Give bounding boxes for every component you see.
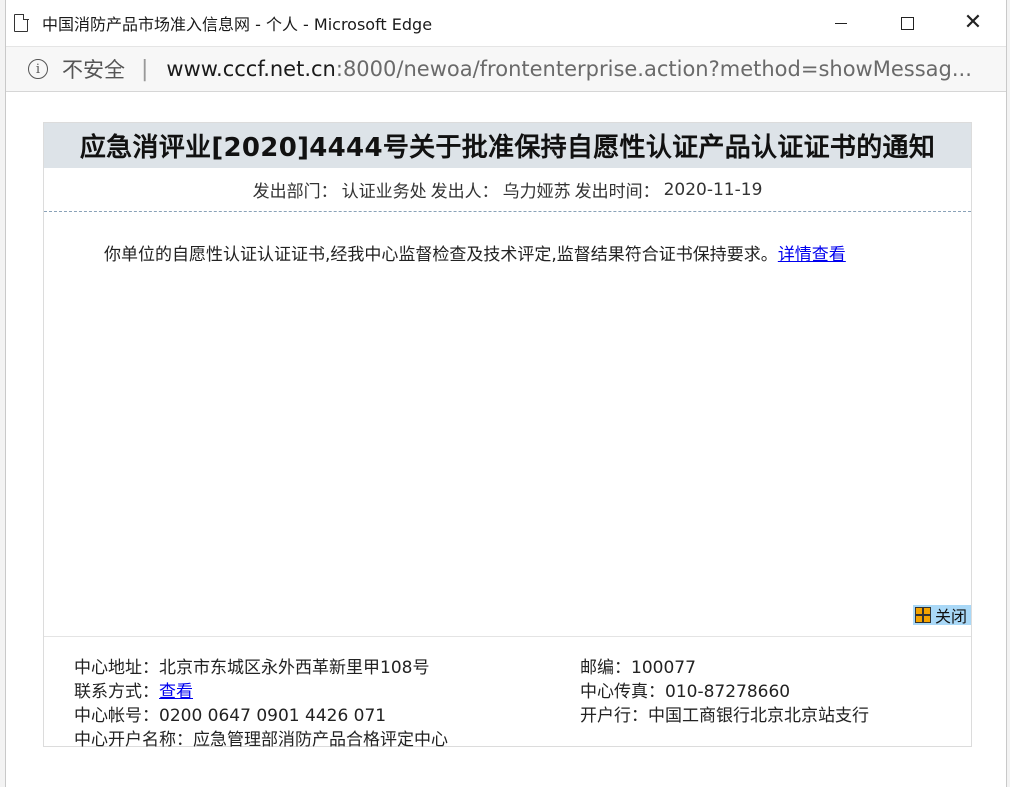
sender-value: 乌力娅苏 xyxy=(502,182,571,202)
window-controls: ✕ xyxy=(808,0,1006,46)
notice-body-text: 你单位的自愿性认证认证证书,经我中心监督检查及技术评定,监督结果符合证书保持要求… xyxy=(104,245,778,265)
maximize-icon xyxy=(900,16,914,30)
notice-title: 应急消评业[2020]4444号关于批准保持自愿性认证产品认证证书的通知 xyxy=(44,123,971,168)
sender-label: 发出人： xyxy=(430,182,499,202)
background-page-right-edge xyxy=(1006,0,1010,787)
url-path[interactable]: :8000/newoa/frontenterprise.action?metho… xyxy=(336,57,972,81)
time-value: 2020-11-19 xyxy=(663,179,763,200)
notice-body: 你单位的自愿性认证认证证书,经我中心监督检查及技术评定,监督结果符合证书保持要求… xyxy=(44,212,971,592)
minimize-button[interactable] xyxy=(808,0,874,46)
grid-icon xyxy=(914,607,931,623)
postcode-label: 邮编： xyxy=(580,657,631,678)
info-icon[interactable]: i xyxy=(28,59,48,79)
account-name-value: 应急管理部消防产品合格评定中心 xyxy=(193,729,448,750)
browser-popup-window: 中国消防产品市场准入信息网 - 个人 - Microsoft Edge ✕ i … xyxy=(6,0,1006,787)
maximize-button[interactable] xyxy=(874,0,940,46)
department-value: 认证业务处 xyxy=(341,182,427,202)
account-label: 中心帐号： xyxy=(74,705,159,726)
close-button-label: 关闭 xyxy=(934,607,967,626)
contact-link[interactable]: 查看 xyxy=(159,682,193,702)
contact-label: 联系方式： xyxy=(74,681,159,702)
page-icon xyxy=(14,13,29,32)
address-separator: | xyxy=(141,56,149,82)
close-window-button[interactable]: ✕ xyxy=(940,0,1006,46)
bank-label: 开户行： xyxy=(580,705,648,726)
page-content: 应急消评业[2020]4444号关于批准保持自愿性认证产品认证证书的通知 发出部… xyxy=(6,92,1006,787)
time-label: 发出时间： xyxy=(574,182,660,202)
close-icon: ✕ xyxy=(963,10,983,35)
details-link[interactable]: 详情查看 xyxy=(778,245,846,265)
bank-value: 中国工商银行北京北京站支行 xyxy=(648,705,869,726)
minimize-icon xyxy=(835,22,847,24)
window-title: 中国消防产品市场准入信息网 - 个人 - Microsoft Edge xyxy=(42,15,433,34)
title-bar: 中国消防产品市场准入信息网 - 个人 - Microsoft Edge ✕ xyxy=(6,0,1006,46)
notice-panel: 应急消评业[2020]4444号关于批准保持自愿性认证产品认证证书的通知 发出部… xyxy=(43,122,972,750)
account-value: 0200 0647 0901 4426 071 xyxy=(159,705,387,726)
footer-row-2: 联系方式：查看 中心传真：010-87278660 xyxy=(74,677,971,702)
footer: 中心地址：北京市东城区永外西革新里甲108号 邮编：100077 联系方式：查看… xyxy=(44,636,971,750)
address-bar[interactable]: i 不安全 | www.cccf.net.cn:8000/newoa/front… xyxy=(6,46,1006,92)
footer-row-1: 中心地址：北京市东城区永外西革新里甲108号 邮编：100077 xyxy=(74,653,971,678)
close-button[interactable]: 关闭 xyxy=(912,605,971,626)
fax-value: 010-87278660 xyxy=(665,681,791,702)
url-host[interactable]: www.cccf.net.cn xyxy=(166,57,335,81)
address-label: 中心地址： xyxy=(74,657,159,678)
notice-meta: 发出部门： 认证业务处 发出人： 乌力娅苏 发出时间： 2020-11-19 xyxy=(44,168,971,212)
footer-row-4: 中心开户名称：应急管理部消防产品合格评定中心 xyxy=(74,725,971,750)
footer-row-3: 中心帐号：0200 0647 0901 4426 071 开户行：中国工商银行北… xyxy=(74,701,971,726)
security-status[interactable]: 不安全 xyxy=(62,54,125,84)
account-name-label: 中心开户名称： xyxy=(74,729,193,750)
department-label: 发出部门： xyxy=(252,182,338,202)
fax-label: 中心传真： xyxy=(580,681,665,702)
postcode-value: 100077 xyxy=(631,657,696,678)
address-value: 北京市东城区永外西革新里甲108号 xyxy=(159,657,430,678)
